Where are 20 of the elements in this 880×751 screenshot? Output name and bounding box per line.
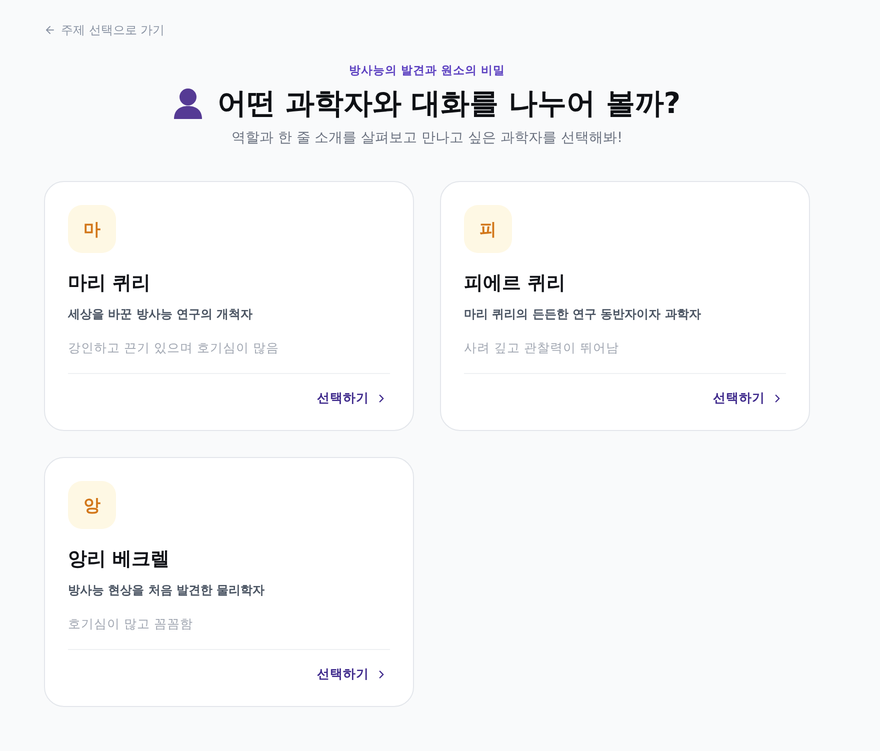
person-icon	[173, 87, 204, 119]
scientist-name: 피에르 퀴리	[464, 271, 567, 296]
scientist-role: 방사능 현상을 처음 발견한 물리학자	[68, 582, 266, 599]
select-button[interactable]: 선택하기	[713, 388, 784, 408]
select-button[interactable]: 선택하기	[317, 664, 388, 684]
initial-avatar: 피	[464, 205, 512, 253]
scientist-traits: 사려 깊고 관찰력이 뛰어남	[464, 339, 620, 357]
select-button[interactable]: 선택하기	[317, 388, 388, 408]
scientist-name: 마리 퀴리	[68, 271, 152, 296]
topic-label: 방사능의 발견과 원소의 비밀	[348, 62, 505, 78]
initial-avatar: 앙	[68, 481, 116, 529]
initial-avatar: 마	[68, 205, 116, 253]
scientist-name: 앙리 베크렐	[68, 547, 171, 572]
scientist-role: 마리 퀴리의 든든한 연구 동반자이자 과학자	[464, 306, 702, 323]
scientist-role: 세상을 바꾼 방사능 연구의 개척자	[68, 306, 254, 323]
scientist-traits: 강인하고 끈기 있으며 호기심이 많음	[68, 339, 280, 357]
page-title: 어떤 과학자와 대화를 나누어 볼까?	[217, 85, 681, 122]
arrow-left-icon	[44, 24, 56, 36]
scientist-traits: 호기심이 많고 꼼꼼함	[68, 615, 194, 633]
page-description: 역할과 한 줄 소개를 살펴보고 만나고 싶은 과학자를 선택해봐!	[231, 129, 623, 148]
